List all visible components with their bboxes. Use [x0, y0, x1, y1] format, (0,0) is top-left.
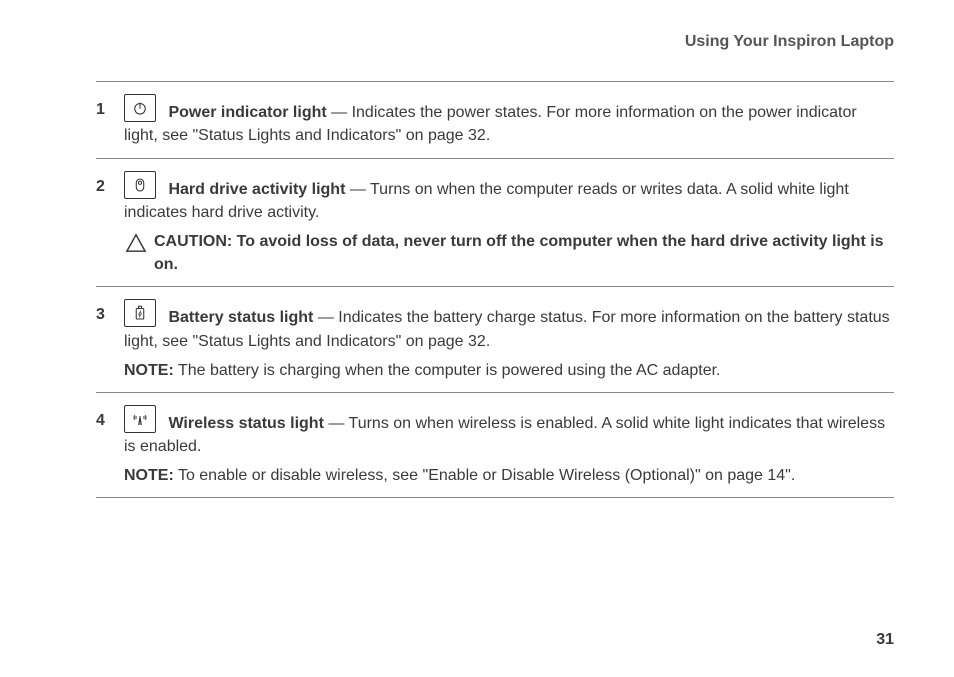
item-2: 2 Hard drive activity light — Turns on w… [96, 159, 894, 287]
caution-icon [124, 230, 148, 253]
item-content: Battery status light — Indicates the bat… [124, 299, 894, 382]
note-label: NOTE: [124, 362, 174, 379]
item-row: 2 Hard drive activity light — Turns on w… [96, 171, 894, 277]
item-row: 4 Wireless status light — Turns on when … [96, 405, 894, 488]
term: Power indicator light [168, 104, 326, 121]
hard-drive-icon [124, 171, 156, 199]
term: Wireless status light [168, 415, 323, 432]
page-number: 31 [876, 628, 894, 651]
divider [96, 497, 894, 498]
item-content: Hard drive activity light — Turns on whe… [124, 171, 894, 277]
page-header: Using Your Inspiron Laptop [96, 30, 894, 53]
power-icon [124, 94, 156, 122]
note-label: NOTE: [124, 467, 174, 484]
note-text: To enable or disable wireless, see "Enab… [174, 467, 796, 484]
note-block: NOTE: The battery is charging when the c… [124, 359, 894, 382]
item-1: 1 Power indicator light — Indicates the … [96, 82, 894, 157]
item-number: 1 [96, 94, 124, 121]
caution-block: CAUTION: To avoid loss of data, never tu… [124, 230, 894, 276]
wireless-icon [124, 405, 156, 433]
item-content: Power indicator light — Indicates the po… [124, 94, 894, 147]
item-4: 4 Wireless status light — Turns on when … [96, 393, 894, 498]
item-number: 4 [96, 405, 124, 432]
battery-icon [124, 299, 156, 327]
term: Hard drive activity light [168, 181, 345, 198]
term: Battery status light [168, 309, 313, 326]
item-row: 3 Battery status light — Indicates the b… [96, 299, 894, 382]
item-number: 3 [96, 299, 124, 326]
item-3: 3 Battery status light — Indicates the b… [96, 287, 894, 392]
item-row: 1 Power indicator light — Indicates the … [96, 94, 894, 147]
item-content: Wireless status light — Turns on when wi… [124, 405, 894, 488]
document-page: Using Your Inspiron Laptop 1 Power indic… [0, 0, 954, 677]
item-number: 2 [96, 171, 124, 198]
note-text: The battery is charging when the compute… [174, 362, 721, 379]
caution-text: CAUTION: To avoid loss of data, never tu… [154, 230, 894, 276]
note-block: NOTE: To enable or disable wireless, see… [124, 464, 894, 487]
